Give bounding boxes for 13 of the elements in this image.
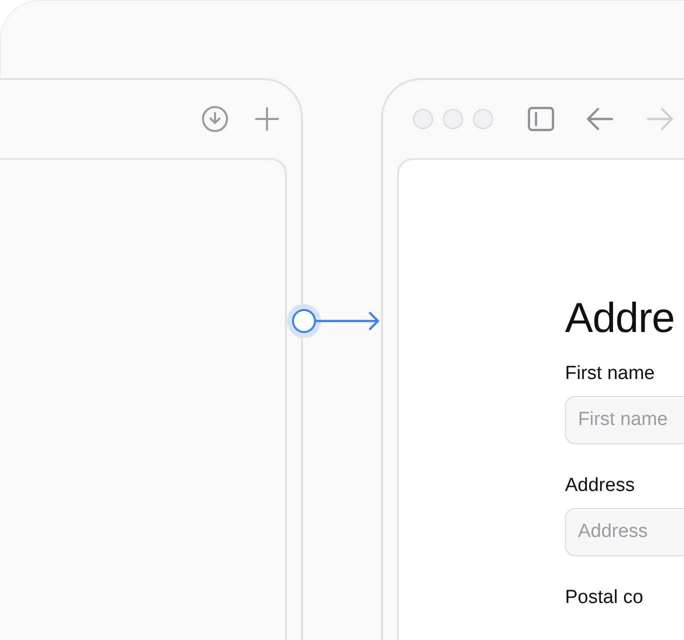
window-control-icon[interactable] <box>443 109 463 129</box>
input-field[interactable]: Address <box>565 508 684 556</box>
field-label: Postal co <box>565 586 644 610</box>
input-field[interactable]: First name <box>565 396 684 444</box>
field-label: First name <box>565 362 656 386</box>
back-arrow-icon[interactable] <box>585 105 615 133</box>
plus-icon[interactable] <box>253 105 281 133</box>
sidebar-icon[interactable] <box>527 105 555 133</box>
download-icon[interactable] <box>201 105 229 133</box>
field-label: Address <box>565 474 636 498</box>
window-control-icon[interactable] <box>413 109 433 129</box>
page-heading: Addre <box>565 293 675 343</box>
window-control-icon[interactable] <box>473 109 493 129</box>
